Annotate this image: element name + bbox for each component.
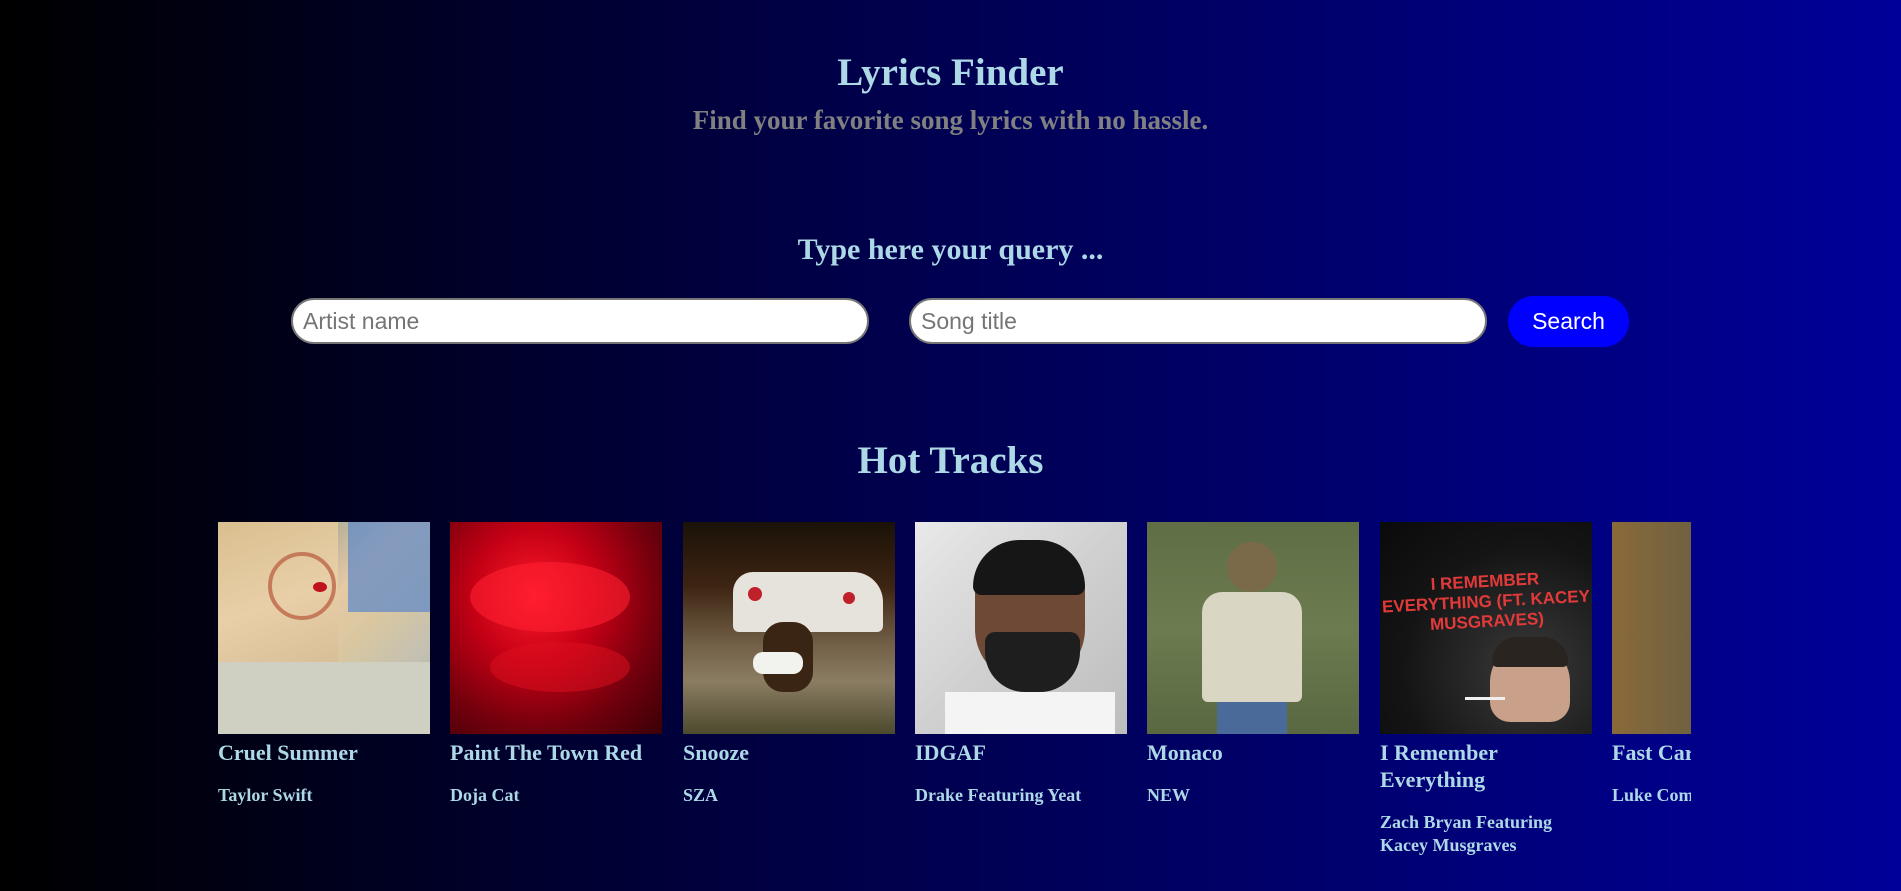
page-title: Lyrics Finder <box>837 51 1064 94</box>
search-form: Search <box>0 296 1901 348</box>
cover-text: I REMEMBER EVERYTHING (FT. KACEY MUSGRAV… <box>1381 569 1591 634</box>
track-title: IDGAF <box>915 740 986 765</box>
track-artist: Zach Bryan Featuring Kacey Musgraves <box>1380 812 1553 855</box>
track-title: Snooze <box>683 740 749 765</box>
query-label: Type here your query ... <box>797 233 1104 266</box>
album-cover[interactable] <box>683 522 895 734</box>
track-title: Cruel Summer <box>218 740 358 765</box>
song-title-input[interactable] <box>909 298 1487 344</box>
track-artist: Doja Cat <box>450 785 520 805</box>
album-cover[interactable] <box>1147 522 1359 734</box>
track-artist: Drake Featuring Yeat <box>915 785 1082 805</box>
page-subtitle: Find your favorite song lyrics with no h… <box>692 105 1209 135</box>
track-card[interactable]: Cruel Summer Taylor Swift <box>218 522 430 807</box>
search-button[interactable]: Search <box>1508 296 1629 347</box>
track-card[interactable]: IDGAF Drake Featuring Yeat <box>915 522 1127 807</box>
track-title: I Remember Everything <box>1380 740 1498 792</box>
album-cover[interactable] <box>218 522 430 734</box>
page-header: Lyrics Finder Find your favorite song ly… <box>0 0 1901 142</box>
artist-name-input[interactable] <box>291 298 869 344</box>
album-cover[interactable] <box>1612 522 1691 734</box>
hot-tracks-carousel[interactable]: Cruel Summer Taylor Swift Paint The Town… <box>218 522 1691 862</box>
track-card[interactable]: Paint The Town Red Doja Cat <box>450 522 662 807</box>
track-card[interactable]: Fast Car Luke Combs <box>1612 522 1691 807</box>
album-cover[interactable] <box>915 522 1127 734</box>
track-artist: NEW <box>1147 785 1191 805</box>
track-title: Monaco <box>1147 740 1223 765</box>
track-card[interactable]: Monaco NEW <box>1147 522 1359 807</box>
hot-tracks-heading: Hot Tracks <box>857 439 1044 482</box>
track-card[interactable]: I REMEMBER EVERYTHING (FT. KACEY MUSGRAV… <box>1380 522 1592 857</box>
track-title: Fast Car <box>1612 740 1691 765</box>
track-artist: SZA <box>683 785 719 805</box>
track-artist: Luke Combs <box>1612 785 1691 805</box>
track-card[interactable]: Snooze SZA <box>683 522 895 807</box>
album-cover[interactable] <box>450 522 662 734</box>
track-artist: Taylor Swift <box>218 785 313 805</box>
album-cover[interactable]: I REMEMBER EVERYTHING (FT. KACEY MUSGRAV… <box>1380 522 1592 734</box>
track-title: Paint The Town Red <box>450 740 643 765</box>
